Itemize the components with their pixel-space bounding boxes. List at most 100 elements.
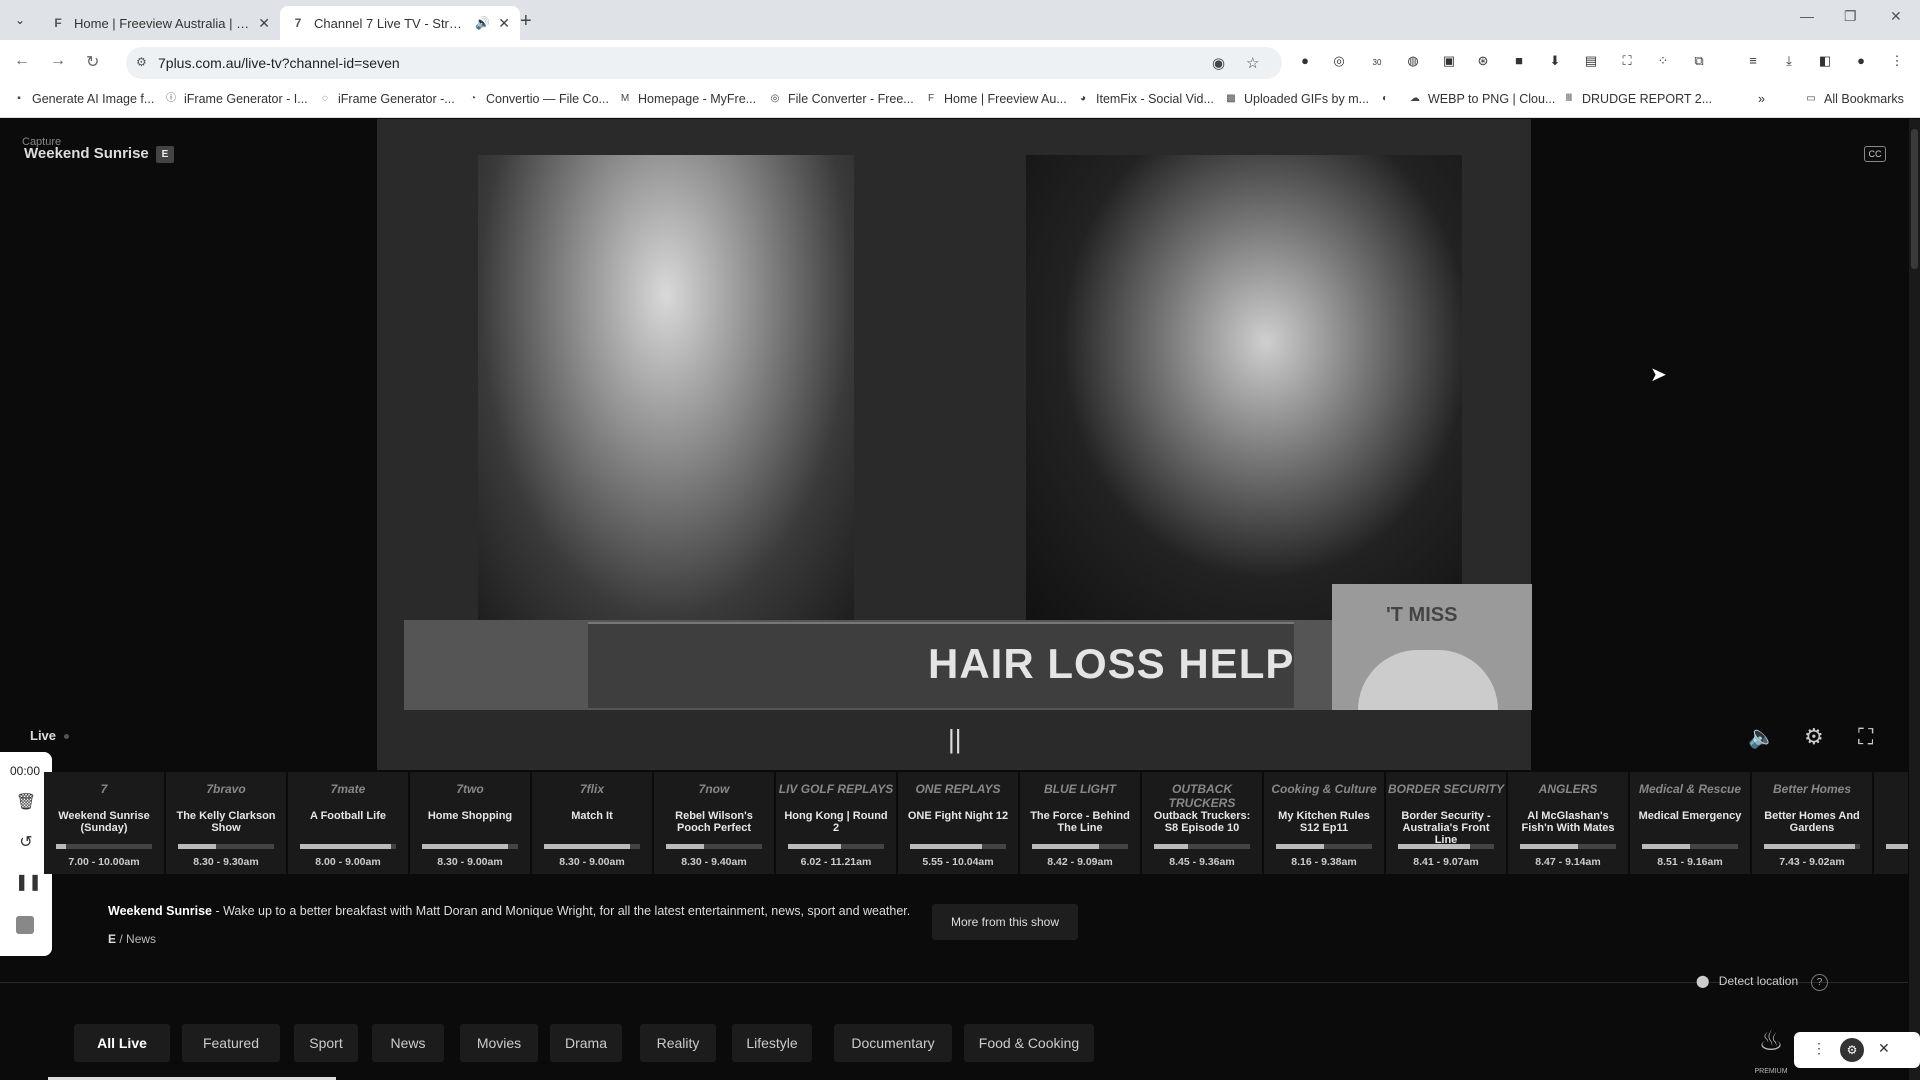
channel-tile[interactable]: 7now Rebel Wilson's Pooch Perfect 8.30 - 9…: [654, 772, 774, 874]
category-tab[interactable]: Documentary: [834, 1024, 952, 1062]
bookmark-item[interactable]: ⓘ iFrame Generator - I...: [164, 92, 308, 106]
program-time: 7.43 - 9.02am: [1779, 856, 1845, 868]
closed-captions-icon[interactable]: CC: [1864, 146, 1886, 162]
extension-icon[interactable]: ▣: [1440, 52, 1458, 70]
extension-gear-icon[interactable]: ⚙: [1840, 1038, 1864, 1062]
channel-tile[interactable]: Cooking & Culture My Kitchen Rules S12 Ep…: [1264, 772, 1384, 874]
reload-icon[interactable]: ↻: [86, 52, 99, 72]
puzzle-icon[interactable]: ⧉: [1690, 52, 1708, 70]
back-icon[interactable]: ←: [14, 52, 30, 70]
channel-tile[interactable]: ONE REPLAYS ONE Fight Night 12 5.55 - 10.0…: [898, 772, 1018, 874]
tab-audio-icon[interactable]: 🔊: [475, 16, 490, 30]
extension-icon[interactable]: ◎: [1330, 52, 1348, 70]
bookmark-item[interactable]: M Homepage - MyFre...: [618, 92, 756, 106]
channel-tile[interactable]: ANGLERS Al McGlashan's Fish'n With Mates 8…: [1508, 772, 1628, 874]
restore-icon[interactable]: ❐: [1844, 8, 1857, 25]
profile-avatar-icon[interactable]: ●: [1852, 52, 1870, 70]
download-ext-icon[interactable]: ⬇: [1546, 52, 1564, 70]
category-tab[interactable]: Featured: [182, 1024, 280, 1062]
menu-kebab-icon[interactable]: ⋮: [1888, 52, 1906, 70]
stop-icon[interactable]: [16, 916, 34, 934]
premium-flame-icon[interactable]: ♨: [1752, 1024, 1790, 1070]
extension-icon[interactable]: ◍: [1404, 52, 1422, 70]
extension-icon[interactable]: ●: [1296, 52, 1314, 70]
extension-icon[interactable]: ⊛: [1474, 52, 1492, 70]
channel-tile[interactable]: BORDER SECURITY Border Security - Austral…: [1386, 772, 1506, 874]
side-panel-icon[interactable]: ◧: [1816, 52, 1834, 70]
channel-tile[interactable]: 7flix Match It 8.30 - 9.00am: [532, 772, 652, 874]
channel-tile[interactable]: 7two Home Shopping 8.30 - 9.00am: [410, 772, 530, 874]
extension-icon[interactable]: ■: [1510, 52, 1528, 70]
page-scrollbar[interactable]: [1909, 119, 1920, 1080]
bookmark-star-icon[interactable]: ☆: [1246, 54, 1259, 72]
progress-fill: [1276, 844, 1324, 849]
screenshot-icon[interactable]: ⛶: [1618, 52, 1636, 70]
program-time: 5.55 - 10.04am: [922, 856, 994, 868]
bookmark-item[interactable]: F Home | Freeview Au...: [924, 92, 1067, 106]
extension-icon[interactable]: ⁘: [1654, 52, 1672, 70]
browser-tab-channel7[interactable]: 7 Channel 7 Live TV - Stream 🔊 ✕: [280, 6, 520, 40]
tracking-eye-icon[interactable]: ◉: [1212, 54, 1225, 72]
help-icon[interactable]: ?: [1811, 974, 1828, 991]
program-time: 8.16 - 9.38am: [1291, 856, 1357, 868]
bookmark-item[interactable]: ◎ File Converter - Free...: [768, 92, 914, 106]
category-tab[interactable]: Lifestyle: [732, 1024, 812, 1062]
downloads-icon[interactable]: ⤓: [1780, 52, 1798, 70]
pause-icon[interactable]: ❚❚: [15, 872, 42, 894]
tab-title: Channel 7 Live TV - Stream: [314, 15, 468, 31]
channel-tile[interactable]: BLUE LIGHT The Force - Behind The Line 8.4…: [1020, 772, 1140, 874]
close-icon[interactable]: ✕: [1878, 1040, 1890, 1057]
minimize-icon[interactable]: —: [1800, 8, 1814, 24]
category-tab[interactable]: Movies: [460, 1024, 538, 1062]
site-info-icon[interactable]: ⚙: [136, 55, 147, 69]
close-tab-icon[interactable]: ✕: [258, 15, 270, 32]
bookmark-favicon-icon: ⓘ: [166, 93, 176, 104]
channel-tile[interactable]: 7bravo The Kelly Clarkson Show 8.30 - 9.30…: [166, 772, 286, 874]
url-bar[interactable]: ⚙ 7plus.com.au/live-tv?channel-id=seven …: [126, 47, 1282, 79]
media-queue-icon[interactable]: ≡: [1744, 52, 1762, 70]
tab-search-icon[interactable]: ⌄: [10, 10, 30, 30]
menu-dots-icon[interactable]: ⋮: [1812, 1040, 1826, 1057]
channel-tile[interactable]: LIV GOLF REPLAYS Hong Kong | Round 2 6.02 …: [776, 772, 896, 874]
channel-tile[interactable]: OUTBACK TRUCKERS Outback Truckers: S8 Epi…: [1142, 772, 1262, 874]
fullscreen-icon[interactable]: ⛶: [1858, 724, 1873, 750]
channel-tile[interactable]: 7mate A Football Life 8.00 - 9.00am: [288, 772, 408, 874]
category-tab[interactable]: Drama: [550, 1024, 622, 1062]
category-tab[interactable]: Food & Cooking: [964, 1024, 1094, 1062]
extension-icon[interactable]: ▤: [1582, 52, 1600, 70]
restart-icon[interactable]: ↺: [15, 832, 37, 854]
bookmark-item[interactable]: ◕ ItemFix - Social Vid...: [1076, 92, 1214, 106]
channel-tile[interactable]: Better Homes Better Homes And Gardens 7.43…: [1752, 772, 1872, 874]
bookmark-item[interactable]: ◔ Convertio — File Co...: [466, 92, 609, 106]
scrollbar-thumb[interactable]: [1911, 129, 1918, 269]
all-bookmarks[interactable]: ▭ All Bookmarks: [1804, 92, 1904, 106]
bookmark-item[interactable]: Ⅲ DRUDGE REPORT 2...: [1562, 92, 1713, 106]
bookmark-item[interactable]: ☁ WEBP to PNG | Clou...: [1408, 92, 1555, 106]
close-window-icon[interactable]: ✕: [1890, 8, 1902, 25]
channel-tile[interactable]: Medical & Rescue Medical Emergency 8.51 - …: [1630, 772, 1750, 874]
category-tab[interactable]: Sport: [294, 1024, 358, 1062]
category-tab[interactable]: News: [372, 1024, 444, 1062]
forward-icon[interactable]: →: [50, 52, 66, 70]
close-tab-icon[interactable]: ✕: [498, 15, 510, 32]
bookmark-item[interactable]: ▩ Uploaded GIFs by m...: [1224, 92, 1369, 106]
channel-tile[interactable]: 7N Mu: [1874, 772, 1908, 874]
more-bookmarks-icon[interactable]: »: [1758, 92, 1765, 106]
volume-icon[interactable]: 🔈: [1748, 724, 1775, 750]
bookmark-item[interactable]: ◌ iFrame Generator -...: [318, 92, 455, 106]
bookmark-item[interactable]: ◐: [1378, 92, 1392, 106]
channel-tile[interactable]: 7 Weekend Sunrise (Sunday) 7.00 - 10.00am: [44, 772, 164, 874]
extension-badge-icon[interactable]: 30: [1368, 52, 1386, 70]
settings-gear-icon[interactable]: ⚙: [1804, 724, 1824, 750]
bookmark-item[interactable]: ▪ Generate AI Image f...: [12, 92, 154, 106]
new-tab-icon[interactable]: +: [520, 10, 532, 33]
more-from-show-button[interactable]: More from this show: [932, 904, 1078, 940]
category-tab[interactable]: Reality: [640, 1024, 716, 1062]
trash-icon[interactable]: 🗑: [15, 792, 37, 814]
progress-fill: [422, 844, 509, 849]
detect-location-link[interactable]: ⬤ Detect location: [1696, 974, 1798, 988]
program-progress-bar: [1398, 844, 1494, 849]
category-tab[interactable]: All Live: [74, 1024, 170, 1062]
browser-tab-freeview[interactable]: F Home | Freeview Australia | Fre ✕: [40, 6, 280, 40]
show-title: Weekend Sunrise: [24, 145, 149, 162]
